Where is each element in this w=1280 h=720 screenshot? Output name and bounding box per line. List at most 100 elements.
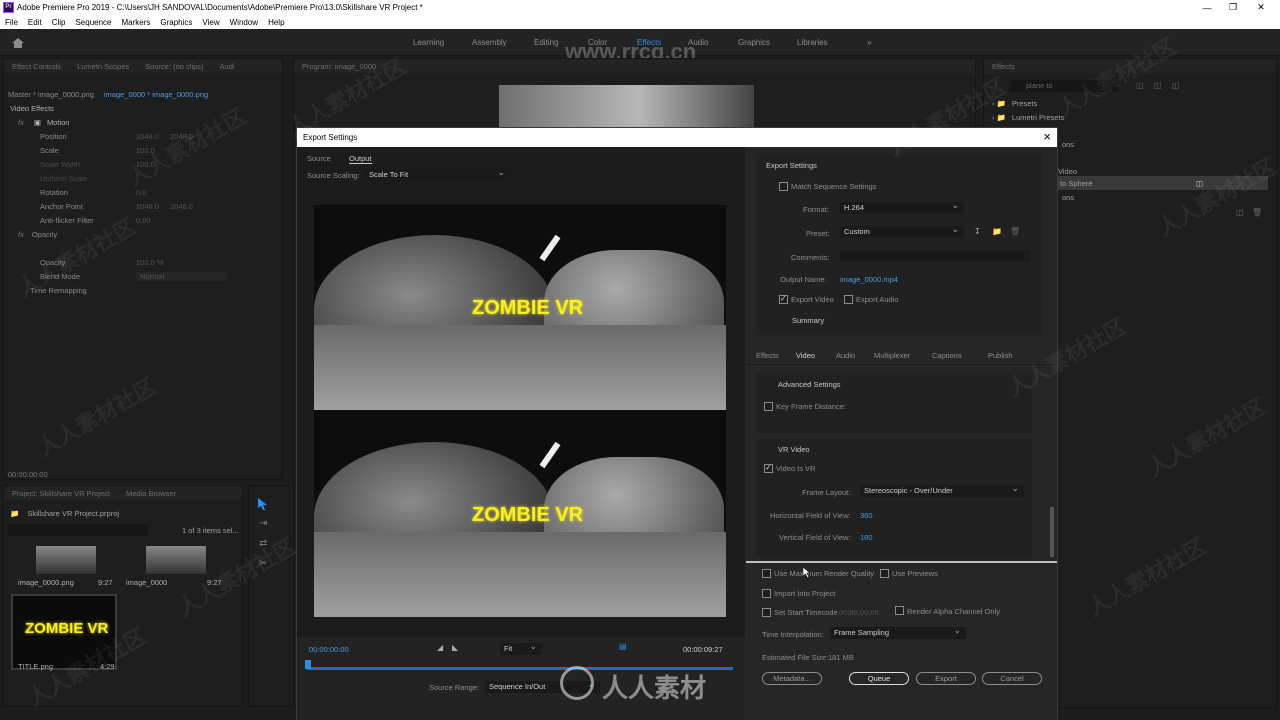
param-value-1[interactable]: 0.0 <box>136 188 170 197</box>
metadata-button[interactable]: Metadata... <box>762 672 822 685</box>
effects-search-input[interactable]: plane to <box>1010 80 1118 92</box>
param-value-2[interactable]: 2048.0 <box>170 202 193 211</box>
tab-source[interactable]: Source: (no clips) <box>137 62 211 71</box>
yuv-effects-icon[interactable]: ◫ <box>1172 81 1180 90</box>
blend-mode-select[interactable]: Normal <box>136 271 226 281</box>
project-search-input[interactable] <box>8 524 148 536</box>
preset-select[interactable]: Custom <box>840 224 964 238</box>
export-video-checkbox[interactable] <box>779 294 788 304</box>
advanced-settings-header[interactable]: Advanced Settings <box>778 380 841 389</box>
video-is-vr-checkbox[interactable] <box>764 463 773 473</box>
effect-controls-timecode[interactable]: 00:00:00:00 <box>4 467 282 481</box>
param-value-1[interactable]: 0.00 <box>136 216 170 225</box>
ripple-edit-icon[interactable]: ⇄ <box>259 538 267 549</box>
workspace-editing[interactable]: Editing <box>534 38 558 47</box>
frame-layout-select[interactable]: Stereoscopic - Over/Under <box>860 483 1024 497</box>
master-label[interactable]: Master * image_0000.png <box>8 90 94 99</box>
delete-icon[interactable]: 🗑 <box>1252 208 1262 217</box>
zoom-fit-select[interactable]: Fit <box>500 641 542 655</box>
source-scaling-select[interactable]: Scale To Fit <box>365 167 510 181</box>
match-sequence-checkbox[interactable] <box>779 182 788 191</box>
workspace-graphics[interactable]: Graphics <box>738 38 770 47</box>
timeline-bar[interactable] <box>307 667 733 670</box>
32bit-effects-icon[interactable]: ◫ <box>1154 81 1162 90</box>
import-preset-icon[interactable]: 📁 <box>992 227 1002 236</box>
razor-icon[interactable]: ✂ <box>259 558 267 569</box>
workspace-assembly[interactable]: Assembly <box>472 38 507 47</box>
workspace-more[interactable]: » <box>867 38 871 47</box>
param-value-1[interactable]: 2048.0 <box>136 132 170 141</box>
menu-clip[interactable]: Clip <box>47 18 71 27</box>
format-select[interactable]: H.264 <box>840 200 964 214</box>
menu-file[interactable]: File <box>0 18 23 27</box>
project-thumb-1[interactable] <box>146 546 206 574</box>
tab-multiplexer[interactable]: Multiplexer <box>874 351 910 360</box>
home-icon[interactable] <box>12 38 24 48</box>
param-value-1[interactable]: 2048.0 <box>136 202 170 211</box>
tab-project[interactable]: Project: Skillshare VR Project <box>4 489 118 498</box>
mark-out-icon[interactable]: ◣ <box>452 643 458 652</box>
queue-button[interactable]: Queue <box>849 672 909 685</box>
menu-markers[interactable]: Markers <box>117 18 156 27</box>
workspace-learning[interactable]: Learning <box>413 38 444 47</box>
tab-audio-settings[interactable]: Audio <box>836 351 855 360</box>
effects-item-lumetri[interactable]: › 📁 Lumetri Presets <box>984 110 1276 124</box>
vr-video-header[interactable]: VR Video <box>778 445 810 454</box>
menu-view[interactable]: View <box>197 18 224 27</box>
effects-item-presets[interactable]: › 📁 Presets <box>984 96 1276 110</box>
source-range-select[interactable]: Sequence In/Out <box>485 679 600 693</box>
summary-header[interactable]: Summary <box>792 316 824 325</box>
start-timecode-checkbox[interactable] <box>762 608 771 617</box>
tab-program[interactable]: Program: image_0000 <box>294 62 384 71</box>
project-thumb-0[interactable] <box>36 546 96 574</box>
menu-sequence[interactable]: Sequence <box>70 18 116 27</box>
param-value-1[interactable]: 100.0 <box>136 160 170 169</box>
motion-row[interactable]: fx ▣ Motion <box>4 115 282 129</box>
close-window-icon[interactable]: ✕ <box>1250 0 1272 15</box>
opacity-value[interactable]: 100.0 % <box>136 258 164 267</box>
project-thumb-2[interactable]: ZOMBIE VR <box>11 594 117 670</box>
param-value-1[interactable]: 100.0 <box>136 146 170 155</box>
output-name-link[interactable]: image_0000.mp4 <box>840 275 898 284</box>
timecode-in[interactable]: 00:00:00:00 <box>309 645 349 654</box>
keyframe-distance-checkbox[interactable] <box>764 402 773 411</box>
render-alpha-checkbox[interactable] <box>895 606 904 615</box>
accelerated-effects-icon[interactable]: ◫ <box>1136 81 1144 90</box>
start-timecode-value[interactable]: 00;00;00;00 <box>839 608 879 617</box>
cancel-button[interactable]: Cancel <box>982 672 1042 685</box>
save-preset-icon[interactable]: ↧ <box>974 227 981 236</box>
tab-effects-panel[interactable]: Effects <box>984 62 1023 71</box>
tab-video[interactable]: Video <box>796 351 815 360</box>
effects-item-plane-to-sphere[interactable]: to Sphere ◫ <box>1058 176 1268 190</box>
tab-media-browser[interactable]: Media Browser <box>118 489 184 498</box>
tab-source-preview[interactable]: Source <box>307 154 331 163</box>
vfov-value[interactable]: 180 <box>860 533 873 542</box>
clip-label[interactable]: image_0000 * image_0000.png <box>104 90 208 99</box>
param-value-2[interactable]: 2048.0 <box>170 132 193 141</box>
tab-effect-controls[interactable]: Effect Controls <box>4 62 69 71</box>
menu-window[interactable]: Window <box>225 18 263 27</box>
menu-edit[interactable]: Edit <box>23 18 47 27</box>
maximize-icon[interactable]: ❐ <box>1222 0 1244 15</box>
tab-publish[interactable]: Publish <box>988 351 1013 360</box>
playhead[interactable] <box>305 660 311 669</box>
opacity-group-row[interactable]: fx Opacity <box>4 227 282 241</box>
hfov-value[interactable]: 360 <box>860 511 873 520</box>
tab-captions[interactable]: Captions <box>932 351 962 360</box>
use-previews-checkbox[interactable] <box>880 569 889 578</box>
tab-output-preview[interactable]: Output <box>349 154 372 164</box>
export-button[interactable]: Export <box>916 672 976 685</box>
aspect-correction-icon[interactable]: ▤ <box>619 642 627 651</box>
new-bin-icon[interactable]: ◫ <box>1236 208 1244 217</box>
minimize-icon[interactable]: — <box>1196 0 1218 15</box>
tab-lumetri-scopes[interactable]: Lumetri Scopes <box>69 62 137 71</box>
tab-audio[interactable]: Audi <box>212 62 243 71</box>
dialog-close-icon[interactable]: × <box>1043 129 1051 144</box>
comments-input[interactable] <box>840 250 1030 262</box>
import-into-project-checkbox[interactable] <box>762 589 771 598</box>
menu-help[interactable]: Help <box>263 18 289 27</box>
time-interpolation-select[interactable]: Frame Sampling <box>830 625 966 639</box>
export-audio-checkbox[interactable] <box>844 295 853 304</box>
mark-in-icon[interactable]: ◢ <box>437 643 443 652</box>
time-remapping-row[interactable]: Time Remapping <box>4 283 282 297</box>
